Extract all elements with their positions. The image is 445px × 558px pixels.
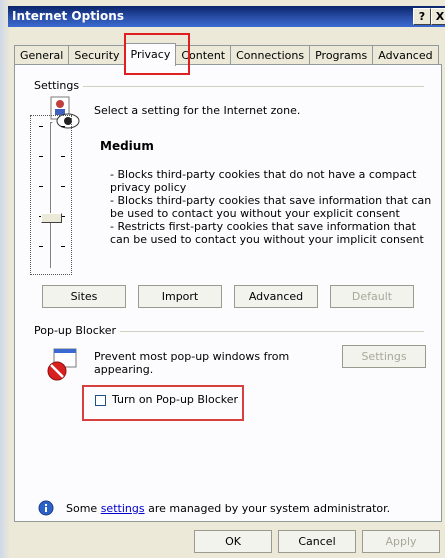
popup-description: appearing. [94,363,154,376]
level-description-line: - Blocks third-party cookies that save i… [110,194,432,207]
cancel-button[interactable]: Cancel [278,530,356,553]
admin-notice: Some settings are managed by your system… [66,502,390,515]
tab-bar: General Security Privacy Content Connect… [14,43,439,66]
popup-blocker-icon [47,348,77,381]
popup-group-line [112,331,424,332]
slider-thumb[interactable] [41,213,62,223]
privacy-level-slider[interactable] [30,115,72,275]
tab-advanced[interactable]: Advanced [372,45,439,65]
privacy-tab-highlight-box [124,33,190,75]
ok-button[interactable]: OK [194,530,272,553]
settings-group-label: Settings [34,79,84,92]
level-description-line: can be used to contact you without your … [110,233,424,246]
settings-link[interactable]: settings [101,502,145,515]
window-title: Internet Options [12,9,124,23]
tab-programs[interactable]: Programs [309,45,374,65]
level-description-line: be used to contact you without your expl… [110,207,400,220]
settings-prompt: Select a setting for the Internet zone. [94,104,301,117]
import-button[interactable]: Import [138,285,222,308]
slider-tick [39,126,43,127]
popup-blocker-group-label: Pop-up Blocker [34,324,121,337]
level-description-line: - Restricts first-party cookies that sav… [110,220,416,233]
settings-group-line [78,86,424,87]
sites-button[interactable]: Sites [42,285,126,308]
default-button[interactable]: Default [330,285,414,308]
close-button[interactable]: X [431,8,445,25]
popup-settings-button[interactable]: Settings [342,345,426,368]
title-bar[interactable]: Internet Options ? X [8,6,445,27]
info-icon [38,500,54,516]
help-button[interactable]: ? [413,8,431,25]
level-description-line: - Blocks third-party cookies that do not… [110,168,417,181]
popup-blocker-checkbox[interactable] [95,395,106,406]
window-left-edge [0,0,10,558]
privacy-level-title: Medium [100,139,154,153]
admin-notice-prefix: Some [66,502,101,515]
tab-security[interactable]: Security [68,45,126,65]
advanced-button[interactable]: Advanced [234,285,318,308]
slider-tick [61,186,65,187]
slider-tick [39,246,43,247]
slider-tick [61,246,65,247]
internet-options-window: Internet Options ? X General Security Pr… [0,0,445,558]
tab-connections[interactable]: Connections [230,45,311,65]
apply-button[interactable]: Apply [362,530,440,553]
popup-blocker-checkbox-label[interactable]: Turn on Pop-up Blocker [112,393,238,406]
slider-tick [39,156,43,157]
slider-track [50,122,53,268]
slider-tick [61,126,65,127]
admin-notice-suffix: are managed by your system administrator… [144,502,391,515]
slider-tick [61,156,65,157]
popup-description: Prevent most pop-up windows from [94,350,290,363]
slider-tick [39,186,43,187]
tab-general[interactable]: General [14,45,70,65]
level-description-line: privacy policy [110,181,187,194]
